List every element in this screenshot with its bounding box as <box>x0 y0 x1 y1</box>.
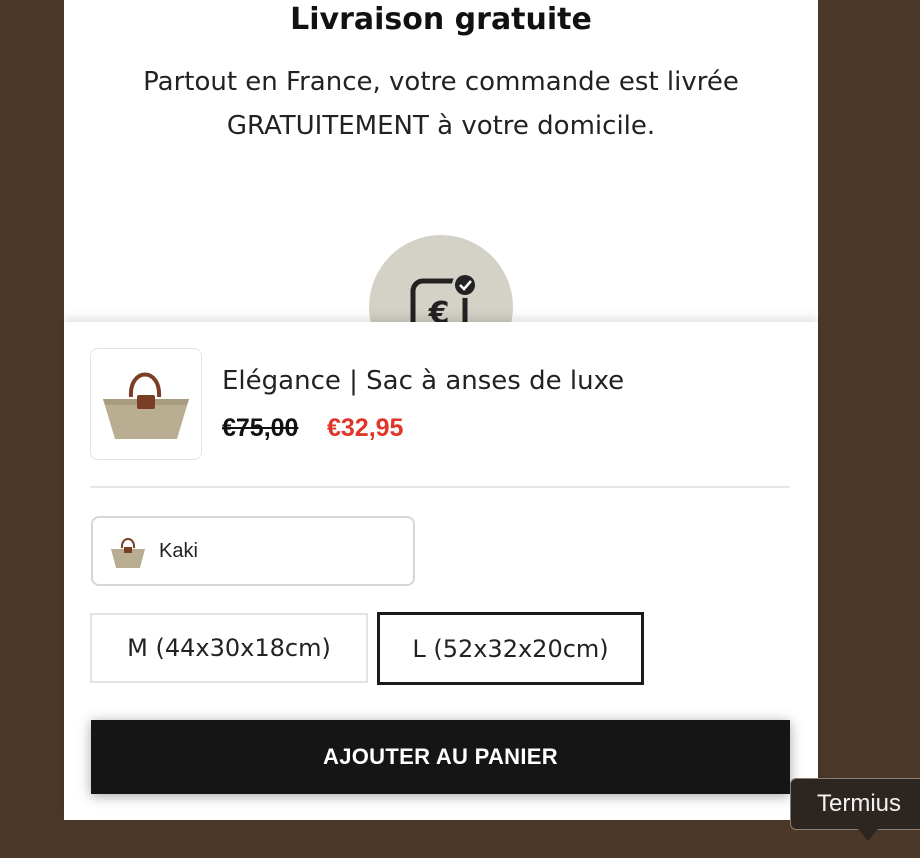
tote-bag-swatch <box>111 538 145 568</box>
dock-tooltip: Termius <box>790 778 920 830</box>
color-selector[interactable]: Kaki <box>91 516 415 586</box>
add-to-cart-button[interactable]: AJOUTER AU PANIER <box>91 720 790 794</box>
shipping-title: Livraison gratuite <box>290 2 592 37</box>
sticky-add-to-cart-bar: Elégance | Sac à anses de luxe €75,00 €3… <box>64 322 818 820</box>
divider <box>90 486 790 488</box>
tote-bag-image <box>103 372 189 439</box>
size-option-l[interactable]: L (52x32x20cm) <box>377 612 644 685</box>
product-thumbnail[interactable] <box>90 348 202 460</box>
sale-price: €32,95 <box>327 414 404 442</box>
shipping-description: Partout en France, votre commande est li… <box>143 67 739 141</box>
size-option-m[interactable]: M (44x30x18cm) <box>90 613 368 683</box>
original-price: €75,00 <box>222 414 299 442</box>
color-label: Kaki <box>159 540 198 562</box>
product-page-panel: Livraison gratuite Partout en France, vo… <box>64 0 818 820</box>
product-name: Elégance | Sac à anses de luxe <box>222 366 625 396</box>
tooltip-arrow <box>858 829 878 841</box>
